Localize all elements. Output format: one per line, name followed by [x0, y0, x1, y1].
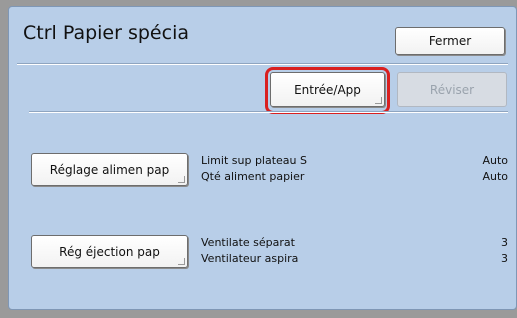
- ejection-setting-label-1: Ventilate séparat: [201, 236, 295, 249]
- corner-mark-icon: [178, 258, 185, 265]
- feed-setting-value-1: Auto: [482, 154, 508, 167]
- feed-adjust-button-label: Réglage alimen pap: [49, 162, 170, 177]
- feed-adjust-button[interactable]: Réglage alimen pap: [31, 153, 188, 186]
- special-paper-control-panel: Ctrl Papier spécia Fermer Entrée/App Rév…: [8, 6, 517, 310]
- revise-button[interactable]: Réviser: [397, 72, 507, 107]
- feed-setting-value-2: Auto: [482, 170, 508, 183]
- page-title: Ctrl Papier spécia: [23, 22, 189, 44]
- ejection-setting-value-2: 3: [501, 252, 508, 265]
- close-button[interactable]: Fermer: [395, 27, 505, 55]
- revise-button-label: Réviser: [429, 82, 475, 97]
- ejection-setting-value-1: 3: [501, 236, 508, 249]
- corner-mark-icon: [375, 97, 382, 104]
- feed-setting-label-2: Qté aliment papier: [201, 170, 305, 183]
- close-button-label: Fermer: [428, 34, 472, 48]
- ejection-adjust-button[interactable]: Rég éjection pap: [31, 235, 188, 268]
- feed-setting-label-1: Limit sup plateau S: [201, 154, 307, 167]
- ejection-adjust-button-label: Rég éjection pap: [59, 244, 160, 259]
- divider-middle: [29, 111, 508, 113]
- divider-top: [17, 63, 508, 65]
- enter-apply-button[interactable]: Entrée/App: [270, 72, 385, 107]
- enter-apply-button-label: Entrée/App: [294, 82, 361, 97]
- ejection-setting-label-2: Ventilateur aspira: [201, 252, 299, 265]
- corner-mark-icon: [178, 176, 185, 183]
